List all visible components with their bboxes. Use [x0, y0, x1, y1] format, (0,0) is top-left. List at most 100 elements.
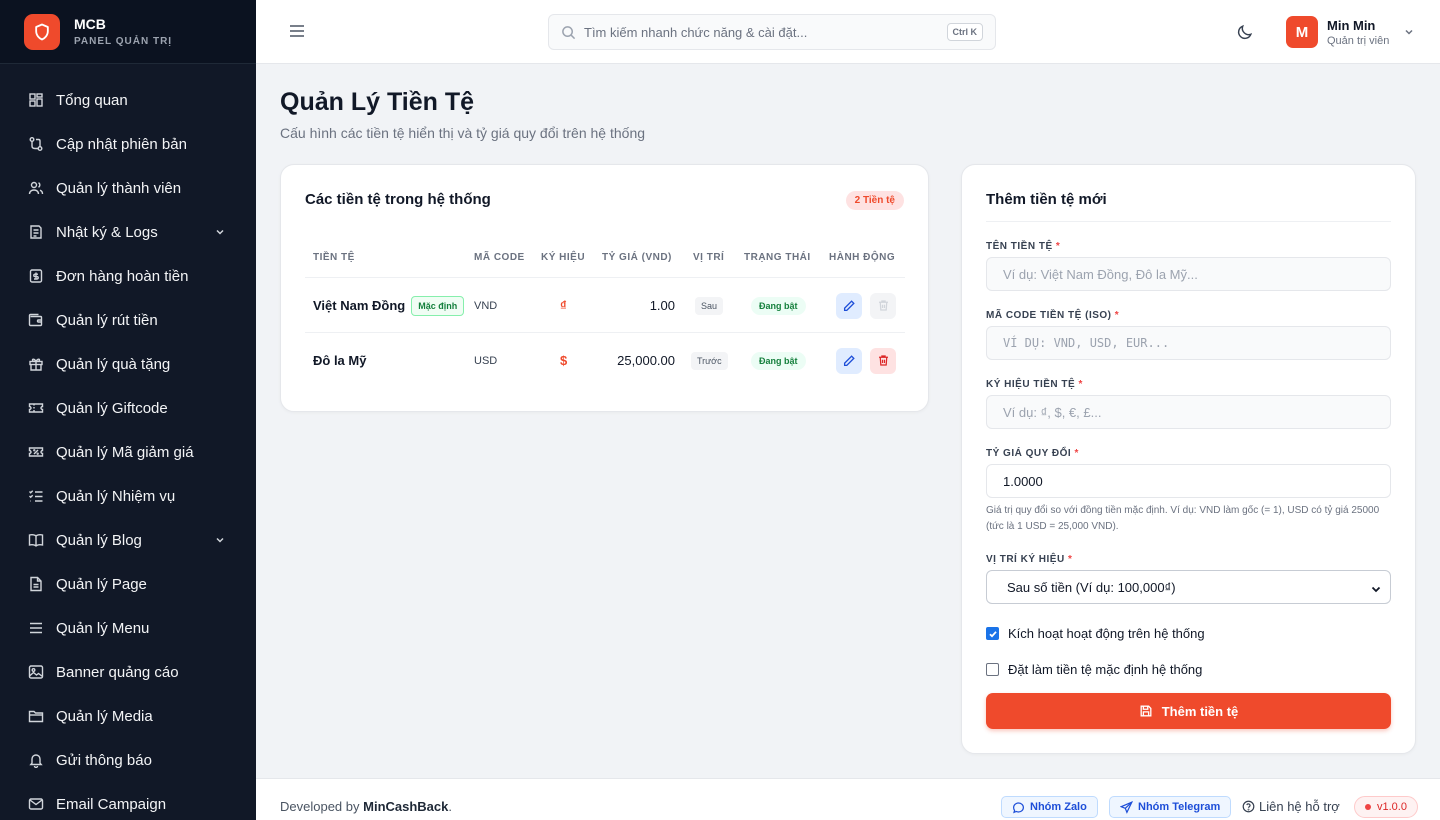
- wallet-icon: [28, 313, 43, 327]
- currency-symbol-input[interactable]: Ví dụ: ₫, $, €, £...: [986, 395, 1391, 429]
- currency-code: VND: [474, 299, 498, 312]
- sidebar-item-email-campaign[interactable]: Email Campaign: [0, 782, 256, 820]
- sidebar: MCB PANEL QUẢN TRỊ Tổng quan Cập nhật ph…: [0, 0, 256, 820]
- delete-button-disabled: [870, 292, 896, 319]
- sidebar-item-pages[interactable]: Quản lý Page: [0, 562, 256, 606]
- currency-count-badge: 2 Tiền tệ: [845, 191, 904, 210]
- sidebar-nav: Tổng quan Cập nhật phiên bản Quản lý thà…: [0, 64, 256, 820]
- default-checkbox[interactable]: [986, 663, 999, 676]
- sidebar-item-label: Đơn hàng hoàn tiền: [56, 267, 189, 285]
- sidebar-item-label: Gửi thông báo: [56, 751, 152, 769]
- sidebar-item-label: Quản lý rút tiền: [56, 311, 158, 329]
- sidebar-item-overview[interactable]: Tổng quan: [0, 78, 256, 122]
- edit-button[interactable]: [836, 292, 862, 319]
- position-badge: Trước: [691, 351, 728, 370]
- sidebar-item-label: Quản lý Page: [56, 575, 147, 593]
- required-mark: *: [1067, 554, 1073, 565]
- active-checkbox[interactable]: [986, 627, 999, 640]
- ticket-icon: [28, 403, 44, 413]
- sidebar-item-media[interactable]: Quản lý Media: [0, 694, 256, 738]
- user-role: Quản trị viên: [1327, 34, 1390, 47]
- telegram-group-label: Nhóm Telegram: [1138, 801, 1221, 813]
- page-title: Quản Lý Tiền Tệ: [280, 88, 475, 116]
- sidebar-item-notifications[interactable]: Gửi thông báo: [0, 738, 256, 782]
- search-input[interactable]: Tìm kiếm nhanh chức năng & cài đặt... Ct…: [548, 14, 996, 50]
- sidebar-item-logs[interactable]: Nhật ký & Logs: [0, 210, 256, 254]
- coupon-icon: [28, 447, 44, 457]
- sidebar-item-menus[interactable]: Quản lý Menu: [0, 606, 256, 650]
- developed-by: Developed by MinCashBack.: [280, 799, 452, 814]
- developer-link[interactable]: MinCashBack: [363, 799, 448, 814]
- zalo-group-button[interactable]: Nhóm Zalo: [1001, 796, 1098, 818]
- sidebar-item-members[interactable]: Quản lý thành viên: [0, 166, 256, 210]
- sidebar-item-label: Banner quảng cáo: [56, 663, 179, 681]
- column-header-status: TRẠNG THÁI: [744, 252, 811, 263]
- search-placeholder: Tìm kiếm nhanh chức năng & cài đặt...: [584, 24, 808, 40]
- sidebar-item-gifts[interactable]: Quản lý quà tặng: [0, 342, 256, 386]
- users-icon: [28, 181, 44, 195]
- hamburger-menu-icon[interactable]: [288, 22, 306, 40]
- sidebar-item-label: Cập nhật phiên bản: [56, 135, 187, 153]
- checklist-icon: [29, 490, 43, 502]
- version-badge: v1.0.0: [1354, 796, 1418, 818]
- currency-name-input[interactable]: Ví dụ: Việt Nam Đồng, Đô la Mỹ...: [986, 257, 1391, 291]
- active-checkbox-row[interactable]: Kích hoạt hoạt động trên hệ thống: [986, 626, 1205, 641]
- save-icon: [1140, 705, 1152, 717]
- position-label: VỊ TRÍ KÝ HIỆU *: [986, 554, 1072, 565]
- sidebar-item-version-update[interactable]: Cập nhật phiên bản: [0, 122, 256, 166]
- shield-logo-icon: [24, 13, 60, 50]
- sidebar-item-banners[interactable]: Banner quảng cáo: [0, 650, 256, 694]
- table-row: Việt Nam Đồng Mặc định VND ₫ 1.00 Sau Đa…: [305, 277, 905, 332]
- folder-icon: [28, 710, 44, 723]
- sidebar-item-tasks[interactable]: Quản lý Nhiệm vụ: [0, 474, 256, 518]
- symbol-position-value: Sau số tiền (Ví dụ: 100,000₫): [1007, 579, 1176, 595]
- currency-table-card: Các tiền tệ trong hệ thống 2 Tiền tệ TIỀ…: [280, 164, 929, 412]
- trash-icon: [878, 300, 888, 311]
- book-icon: [28, 534, 44, 547]
- column-header-position: VỊ TRÍ: [693, 252, 725, 263]
- sidebar-item-withdrawals[interactable]: Quản lý rút tiền: [0, 298, 256, 342]
- symbol-position-select[interactable]: Sau số tiền (Ví dụ: 100,000₫): [986, 570, 1391, 604]
- code-label-text: MÃ CODE TIỀN TỆ (ISO): [986, 310, 1112, 321]
- rate-label-text: TỶ GIÁ QUY ĐỔI: [986, 448, 1072, 459]
- gift-icon: [29, 358, 43, 371]
- brand-name: MCB: [74, 16, 106, 32]
- bell-icon: [29, 754, 43, 768]
- sidebar-item-giftcode[interactable]: Quản lý Giftcode: [0, 386, 256, 430]
- currency-code: USD: [474, 354, 498, 367]
- sidebar-item-coupons[interactable]: Quản lý Mã giảm giá: [0, 430, 256, 474]
- brand[interactable]: MCB PANEL QUẢN TRỊ: [0, 0, 256, 64]
- sidebar-item-label: Nhật ký & Logs: [56, 223, 158, 241]
- sidebar-item-label: Quản lý Mã giảm giá: [56, 443, 194, 461]
- sidebar-item-refund-orders[interactable]: Đơn hàng hoàn tiền: [0, 254, 256, 298]
- currency-symbol: ₫: [560, 298, 567, 313]
- check-icon: [988, 630, 997, 638]
- default-checkbox-row[interactable]: Đặt làm tiền tệ mặc định hệ thống: [986, 662, 1202, 677]
- name-label-text: TÊN TIỀN TỆ: [986, 241, 1053, 252]
- pencil-icon: [843, 299, 855, 311]
- developed-by-text: Developed by: [280, 799, 360, 814]
- column-header-symbol: KÝ HIỆU: [541, 252, 586, 263]
- sidebar-item-blog[interactable]: Quản lý Blog: [0, 518, 256, 562]
- exchange-rate-input[interactable]: 1.0000: [986, 464, 1391, 498]
- add-currency-button-label: Thêm tiền tệ: [1161, 703, 1239, 719]
- page-header: Quản Lý Tiền Tệ Cấu hình các tiền tệ hiể…: [280, 88, 645, 141]
- add-currency-form: Thêm tiền tệ mới TÊN TIỀN TỆ * Ví dụ: Vi…: [961, 164, 1416, 754]
- rate-label: TỶ GIÁ QUY ĐỔI *: [986, 448, 1079, 459]
- currency-symbol: $: [560, 353, 568, 368]
- add-currency-button[interactable]: Thêm tiền tệ: [986, 693, 1391, 729]
- menu-icon: [30, 622, 42, 634]
- currency-code-input[interactable]: VÍ DỤ: VND, USD, EUR...: [986, 326, 1391, 360]
- delete-button[interactable]: [870, 347, 896, 374]
- file-icon: [30, 576, 42, 592]
- sidebar-item-label: Quản lý thành viên: [56, 179, 182, 197]
- support-link[interactable]: Liên hệ hỗ trợ: [1242, 799, 1340, 814]
- pencil-icon: [843, 354, 855, 366]
- telegram-group-button[interactable]: Nhóm Telegram: [1109, 796, 1232, 818]
- symbol-label: KÝ HIỆU TIỀN TỆ *: [986, 379, 1083, 390]
- user-menu[interactable]: M Min Min Quản trị viên: [1286, 16, 1415, 48]
- moon-icon[interactable]: [1236, 23, 1254, 41]
- edit-button[interactable]: [836, 347, 862, 374]
- required-mark: *: [1114, 310, 1120, 321]
- status-badge: Đang bật: [751, 296, 806, 315]
